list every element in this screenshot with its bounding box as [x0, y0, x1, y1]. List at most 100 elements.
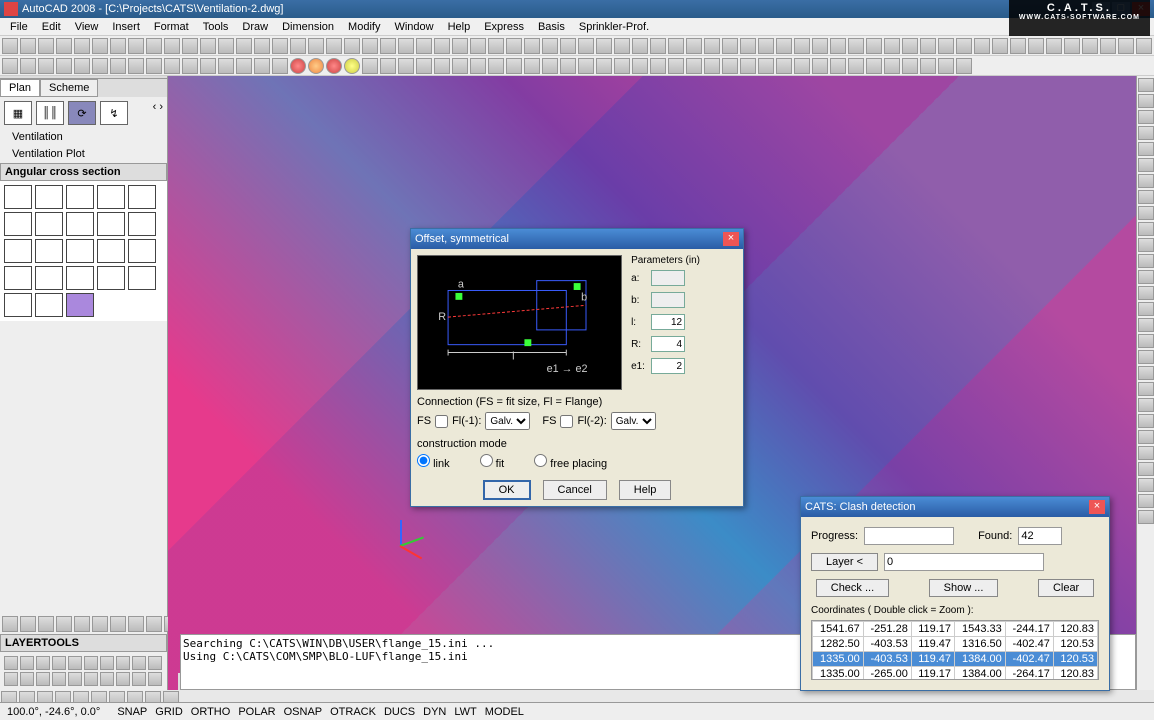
right-toolbar-icon[interactable]	[1138, 478, 1154, 492]
shape-1[interactable]	[35, 185, 63, 209]
layer-field[interactable]	[884, 553, 1044, 571]
toolbar-icon[interactable]	[560, 38, 576, 54]
layertool-icon[interactable]	[4, 656, 18, 670]
right-toolbar-icon[interactable]	[1138, 126, 1154, 140]
toolbar-icon[interactable]	[344, 58, 360, 74]
param-r[interactable]	[651, 336, 685, 352]
toolbar-icon[interactable]	[542, 38, 558, 54]
toolbar-icon[interactable]	[146, 38, 162, 54]
toolbar-icon[interactable]	[488, 38, 504, 54]
toolbar-icon[interactable]	[920, 58, 936, 74]
ok-button[interactable]: OK	[483, 480, 531, 500]
toolbar-icon[interactable]	[956, 38, 972, 54]
shape-10[interactable]	[4, 239, 32, 263]
clear-button[interactable]: Clear	[1038, 579, 1094, 597]
toolbar-icon[interactable]	[668, 38, 684, 54]
toolbar-icon[interactable]	[146, 58, 162, 74]
toolbar-icon[interactable]	[128, 38, 144, 54]
toolbar-icon[interactable]	[290, 58, 306, 74]
layertool-icon[interactable]	[100, 656, 114, 670]
dialog-offset-close[interactable]: ×	[723, 232, 739, 246]
toolbar-icon[interactable]	[416, 38, 432, 54]
right-toolbar-icon[interactable]	[1138, 94, 1154, 108]
toolbar-icon[interactable]	[452, 58, 468, 74]
toolbar-icon[interactable]	[434, 38, 450, 54]
toolbar-icon[interactable]	[938, 58, 954, 74]
right-toolbar-icon[interactable]	[1138, 510, 1154, 524]
dialog-clash-close[interactable]: ×	[1089, 500, 1105, 514]
toolbar-icon[interactable]	[20, 38, 36, 54]
menu-format[interactable]: Format	[148, 21, 195, 33]
right-toolbar-icon[interactable]	[1138, 382, 1154, 396]
toolbar-icon[interactable]	[596, 58, 612, 74]
dialog-offset-title[interactable]: Offset, symmetrical ×	[411, 229, 743, 249]
toolbar-icon[interactable]	[848, 38, 864, 54]
mode-link[interactable]: link	[417, 454, 450, 470]
fl1-select[interactable]: Galv.	[485, 412, 530, 430]
toolbar-icon[interactable]	[848, 58, 864, 74]
toolbar-icon[interactable]	[902, 38, 918, 54]
toolbar-icon[interactable]	[704, 38, 720, 54]
toolbar-icon[interactable]	[326, 38, 342, 54]
layertool-icon[interactable]	[4, 672, 18, 686]
coord-row[interactable]: 1335.00-403.53119.471384.00-402.47120.53	[813, 652, 1098, 667]
toolbar-icon[interactable]	[578, 58, 594, 74]
layer-button[interactable]: Layer <	[811, 553, 878, 571]
toolbar-icon[interactable]	[632, 58, 648, 74]
right-toolbar-icon[interactable]	[1138, 254, 1154, 268]
cancel-button[interactable]: Cancel	[543, 480, 607, 500]
right-toolbar-icon[interactable]	[1138, 366, 1154, 380]
toolbar-icon[interactable]	[470, 38, 486, 54]
toolbar-icon[interactable]	[128, 58, 144, 74]
layertool-icon[interactable]	[116, 656, 130, 670]
status-grid[interactable]: GRID	[152, 705, 186, 719]
toolbar-icon[interactable]	[776, 58, 792, 74]
status-otrack[interactable]: OTRACK	[327, 705, 379, 719]
toolbar-icon[interactable]	[236, 58, 252, 74]
toolbar-icon[interactable]	[38, 38, 54, 54]
toolbar-icon[interactable]	[722, 38, 738, 54]
shape-5[interactable]	[4, 212, 32, 236]
menu-draw[interactable]: Draw	[236, 21, 274, 33]
tree-ventilation[interactable]: Ventilation	[0, 129, 167, 146]
toolbar-icon[interactable]	[524, 58, 540, 74]
toolbar-icon[interactable]	[38, 58, 54, 74]
toolbar-icon[interactable]	[1028, 38, 1044, 54]
right-toolbar-icon[interactable]	[1138, 158, 1154, 172]
menu-dimension[interactable]: Dimension	[276, 21, 340, 33]
toolbar-icon[interactable]	[524, 38, 540, 54]
shape-21[interactable]	[35, 293, 63, 317]
shape-6[interactable]	[35, 212, 63, 236]
toolbar-icon[interactable]	[812, 58, 828, 74]
menu-tools[interactable]: Tools	[197, 21, 235, 33]
layertool-icon[interactable]	[148, 672, 162, 686]
toolbar-icon[interactable]	[650, 38, 666, 54]
toolbar-icon[interactable]	[830, 58, 846, 74]
right-toolbar-icon[interactable]	[1138, 414, 1154, 428]
layertool-icon[interactable]	[84, 672, 98, 686]
toolbar-icon[interactable]	[380, 58, 396, 74]
shape-17[interactable]	[66, 266, 94, 290]
right-toolbar-icon[interactable]	[1138, 238, 1154, 252]
iso-icon[interactable]	[74, 616, 90, 632]
toolbar-icon[interactable]	[218, 58, 234, 74]
right-toolbar-icon[interactable]	[1138, 462, 1154, 476]
right-toolbar-icon[interactable]	[1138, 446, 1154, 460]
toolbar-icon[interactable]	[488, 58, 504, 74]
right-toolbar-icon[interactable]	[1138, 270, 1154, 284]
toolbar-icon[interactable]	[272, 58, 288, 74]
menu-view[interactable]: View	[69, 21, 105, 33]
shape-11[interactable]	[35, 239, 63, 263]
iso-icon[interactable]	[128, 616, 144, 632]
toolbar-icon[interactable]	[1046, 38, 1062, 54]
toolbar-icon[interactable]	[452, 38, 468, 54]
fl2-select[interactable]: Galv.	[611, 412, 656, 430]
right-toolbar-icon[interactable]	[1138, 334, 1154, 348]
toolbar-icon[interactable]	[236, 38, 252, 54]
help-button[interactable]: Help	[619, 480, 672, 500]
layertool-icon[interactable]	[116, 672, 130, 686]
menu-edit[interactable]: Edit	[36, 21, 67, 33]
toolbar-icon[interactable]	[254, 58, 270, 74]
right-toolbar-icon[interactable]	[1138, 78, 1154, 92]
toolbar-icon[interactable]	[992, 38, 1008, 54]
